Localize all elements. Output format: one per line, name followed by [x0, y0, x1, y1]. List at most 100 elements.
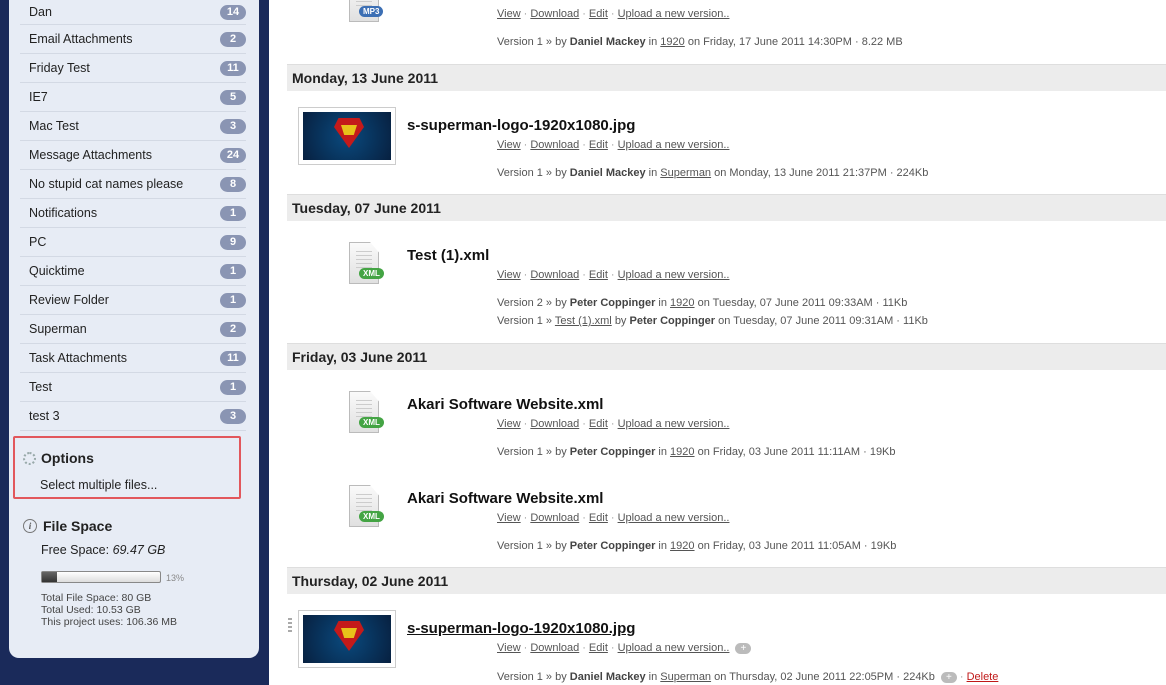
folder-item-no-stupid-cat-names[interactable]: No stupid cat names please 8	[20, 170, 246, 199]
upload-new-version-link[interactable]: Upload a new version..	[618, 269, 730, 281]
file-actions: View · Download · Edit · Upload a new version.…	[497, 8, 730, 20]
xml-file-icon[interactable]: XML	[347, 242, 384, 286]
xml-file-icon[interactable]: XML	[347, 391, 384, 435]
folder-label: test 3	[29, 409, 60, 423]
file-entry: XML Akari Software Website.xml View · Down…	[287, 371, 1166, 465]
folder-item-email-attachments[interactable]: Email Attachments 2	[20, 25, 246, 54]
version-file-link[interactable]: Test (1).xml	[555, 315, 612, 327]
edit-link[interactable]: Edit	[589, 139, 608, 151]
file-space-title: File Space	[43, 518, 113, 534]
edit-link[interactable]: Edit	[589, 269, 608, 281]
folder-label: Friday Test	[29, 61, 90, 75]
upload-new-version-link[interactable]: Upload a new version..	[618, 642, 730, 654]
version-info: Version 1 » by Daniel Mackey in Superman…	[497, 167, 929, 179]
folder-item-task-attachments[interactable]: Task Attachments 11	[20, 344, 246, 373]
version-info: Version 2 » by Peter Coppinger in 1920 o…	[497, 297, 908, 309]
folder-link[interactable]: 1920	[670, 540, 694, 552]
file-name[interactable]: Akari Software Website.xml	[407, 396, 603, 413]
file-entry: XML Akari Software Website.xml View · Down…	[287, 465, 1166, 565]
edit-link[interactable]: Edit	[589, 642, 608, 654]
folder-item-pc[interactable]: PC 9	[20, 228, 246, 257]
view-link[interactable]: View	[497, 139, 521, 151]
storage-stats: Total File Space: 80 GB Total Used: 10.5…	[41, 592, 177, 628]
folder-label: Message Attachments	[29, 148, 152, 162]
folder-count-badge: 1	[220, 205, 246, 221]
edit-link[interactable]: Edit	[589, 512, 608, 524]
superman-logo-icon	[334, 621, 364, 651]
delete-link[interactable]: Delete	[967, 671, 999, 683]
folder-label: No stupid cat names please	[29, 177, 184, 191]
file-name[interactable]: Test (1).xml	[407, 247, 489, 264]
folder-count-badge: 1	[220, 263, 246, 279]
view-link[interactable]: View	[497, 269, 521, 281]
folder-item-superman[interactable]: Superman 2	[20, 315, 246, 344]
xml-file-icon[interactable]: XML	[347, 485, 384, 529]
folder-link[interactable]: 1920	[660, 36, 684, 48]
download-link[interactable]: Download	[530, 8, 579, 20]
view-link[interactable]: View	[497, 418, 521, 430]
download-link[interactable]: Download	[530, 139, 579, 151]
author-name: Peter Coppinger	[569, 446, 656, 458]
file-actions: View · Download · Edit · Upload a new version.…	[497, 642, 752, 654]
select-multiple-files-link[interactable]: Select multiple files...	[40, 478, 157, 492]
folder-count-badge: 5	[220, 89, 246, 105]
upload-new-version-link[interactable]: Upload a new version..	[618, 139, 730, 151]
file-entry: XML Test (1).xml View · Download · Edit · Uplo…	[287, 222, 1166, 342]
folder-count-badge: 9	[220, 234, 246, 250]
file-name[interactable]: s-superman-logo-1920x1080.jpg	[407, 620, 635, 637]
file-type-tag: XML	[359, 511, 384, 522]
sidebar: Dan 14 Email Attachments 2 Friday Test 11 I…	[9, 0, 259, 658]
file-actions: View · Download · Edit · Upload a new version.…	[497, 269, 730, 281]
file-type-tag: MP3	[359, 6, 384, 17]
download-link[interactable]: Download	[530, 269, 579, 281]
folder-link[interactable]: Superman	[660, 671, 711, 683]
folder-item-quicktime[interactable]: Quicktime 1	[20, 257, 246, 286]
file-name[interactable]: s-superman-logo-1920x1080.jpg	[407, 117, 635, 134]
view-link[interactable]: View	[497, 8, 521, 20]
folder-link[interactable]: Superman	[660, 167, 711, 179]
upload-new-version-link[interactable]: Upload a new version..	[618, 8, 730, 20]
image-thumbnail[interactable]	[298, 107, 396, 165]
mp3-file-icon[interactable]: MP3	[347, 0, 384, 24]
project-usage: This project uses: 106.36 MB	[41, 616, 177, 628]
folder-item-test[interactable]: Test 1	[20, 373, 246, 402]
folder-count-badge: 11	[220, 60, 246, 76]
version-info: Version 1 » by Peter Coppinger in 1920 o…	[497, 540, 897, 552]
edit-link[interactable]: Edit	[589, 418, 608, 430]
folder-link[interactable]: 1920	[670, 446, 694, 458]
view-link[interactable]: View	[497, 512, 521, 524]
add-comment-button[interactable]: +	[940, 671, 957, 683]
file-space-heading: i File Space	[23, 518, 243, 534]
download-link[interactable]: Download	[530, 642, 579, 654]
upload-new-version-link[interactable]: Upload a new version..	[618, 512, 730, 524]
folder-item-message-attachments[interactable]: Message Attachments 24	[20, 141, 246, 170]
gear-icon	[23, 451, 36, 465]
folder-link[interactable]: 1920	[670, 297, 694, 309]
folder-item-notifications[interactable]: Notifications 1	[20, 199, 246, 228]
storage-usage-fill	[42, 572, 58, 582]
folder-item-dan[interactable]: Dan 14	[20, 0, 246, 25]
download-link[interactable]: Download	[530, 418, 579, 430]
folder-item-review-folder[interactable]: Review Folder 1	[20, 286, 246, 315]
download-link[interactable]: Download	[530, 512, 579, 524]
file-type-tag: XML	[359, 417, 384, 428]
folder-label: Mac Test	[29, 119, 79, 133]
folder-item-friday-test[interactable]: Friday Test 11	[20, 54, 246, 83]
file-name[interactable]: Akari Software Website.xml	[407, 490, 603, 507]
upload-new-version-link[interactable]: Upload a new version..	[618, 418, 730, 430]
edit-link[interactable]: Edit	[589, 8, 608, 20]
folder-item-test-3[interactable]: test 3 3	[20, 402, 246, 431]
folder-item-mac-test[interactable]: Mac Test 3	[20, 112, 246, 141]
view-link[interactable]: View	[497, 642, 521, 654]
folder-count-badge: 24	[220, 147, 246, 163]
date-header: Monday, 13 June 2011	[287, 64, 1166, 91]
file-entry: MP3 View · Download · Edit · Upload a new vers…	[287, 0, 1166, 62]
folder-label: Dan	[29, 5, 52, 19]
folder-item-ie7[interactable]: IE7 5	[20, 83, 246, 112]
image-thumbnail[interactable]	[298, 610, 396, 668]
version-info: Version 1 » by Daniel Mackey in 1920 on …	[497, 36, 903, 48]
free-space-value: 69.47 GB	[112, 543, 166, 557]
folder-label: Review Folder	[29, 293, 109, 307]
options-panel: Options Select multiple files...	[13, 436, 241, 499]
add-tag-button[interactable]: +	[735, 642, 752, 654]
